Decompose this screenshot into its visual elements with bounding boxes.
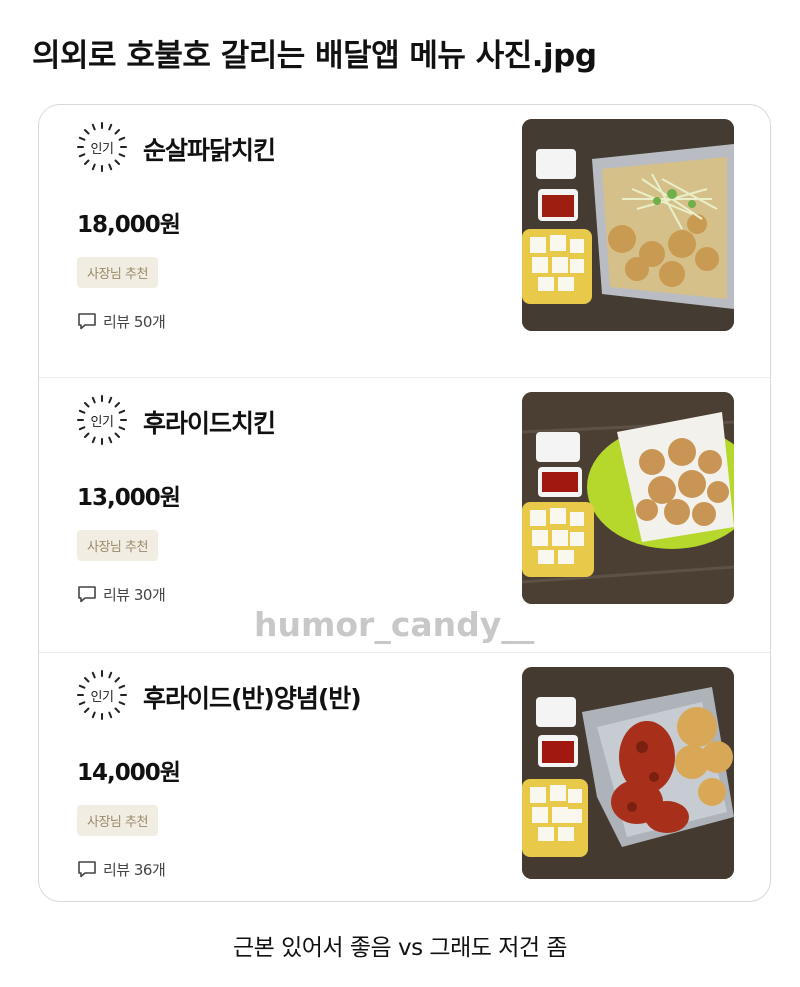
popular-badge-label: 인기 bbox=[90, 142, 114, 157]
owner-recommend-tag: 사장님 추천 bbox=[77, 530, 158, 561]
speech-bubble-icon bbox=[78, 861, 96, 878]
review-count-label: 리뷰 50개 bbox=[103, 312, 166, 331]
food-photo[interactable] bbox=[522, 119, 734, 331]
review-count[interactable]: 리뷰 50개 bbox=[77, 310, 166, 332]
review-count[interactable]: 리뷰 30개 bbox=[77, 583, 166, 605]
review-count-label: 리뷰 30개 bbox=[103, 585, 166, 604]
popular-badge-label: 인기 bbox=[90, 415, 114, 430]
speech-bubble-icon bbox=[78, 313, 96, 330]
watermark: humor_candy__ bbox=[254, 605, 535, 644]
item-price: 13,000원 bbox=[77, 485, 181, 511]
review-count-label: 리뷰 36개 bbox=[103, 860, 166, 879]
menu-card: 인기 순살파닭치킨 18,000원 사장님 추천 리뷰 50개 인기 후라이드치… bbox=[38, 104, 771, 902]
popular-badge: 인기 bbox=[76, 669, 128, 721]
review-count[interactable]: 리뷰 36개 bbox=[77, 858, 166, 880]
popular-badge: 인기 bbox=[76, 394, 128, 446]
post-title: 의외로 호불호 갈리는 배달앱 메뉴 사진.jpg bbox=[32, 38, 597, 74]
popular-badge: 인기 bbox=[76, 121, 128, 173]
owner-recommend-tag: 사장님 추천 bbox=[77, 805, 158, 836]
item-name[interactable]: 후라이드치킨 bbox=[143, 404, 276, 440]
menu-item[interactable]: 인기 후라이드(반)양념(반) 14,000원 사장님 추천 리뷰 36개 bbox=[39, 652, 770, 901]
food-photo[interactable] bbox=[522, 392, 734, 604]
item-price: 18,000원 bbox=[77, 212, 181, 238]
menu-item[interactable]: 인기 순살파닭치킨 18,000원 사장님 추천 리뷰 50개 bbox=[39, 105, 770, 373]
post-caption: 근본 있어서 좋음 vs 그래도 저건 좀 bbox=[232, 935, 568, 961]
item-price: 14,000원 bbox=[77, 760, 181, 786]
speech-bubble-icon bbox=[78, 586, 96, 603]
food-photo[interactable] bbox=[522, 667, 734, 879]
item-name[interactable]: 순살파닭치킨 bbox=[143, 131, 276, 167]
popular-badge-label: 인기 bbox=[90, 690, 114, 705]
item-name[interactable]: 후라이드(반)양념(반) bbox=[143, 679, 362, 715]
owner-recommend-tag: 사장님 추천 bbox=[77, 257, 158, 288]
